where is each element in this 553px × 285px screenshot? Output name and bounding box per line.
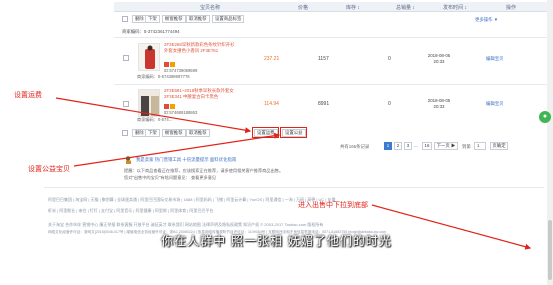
scrollbar-thumb[interactable] [548, 220, 552, 280]
video-subtitle: 你在人群中 照一张相 妩媚了他们的时光 [161, 234, 392, 248]
annotation-shipping: 设置运费 [14, 92, 42, 99]
charity-arrow [73, 132, 281, 167]
help-bubble-icon[interactable]: ● [539, 111, 551, 123]
shipping-arrow [55, 97, 252, 134]
annotation-charity: 设置公益宝贝 [28, 166, 70, 173]
annotation-scroll-hint: 进入出售中下拉到底部 [298, 202, 368, 209]
